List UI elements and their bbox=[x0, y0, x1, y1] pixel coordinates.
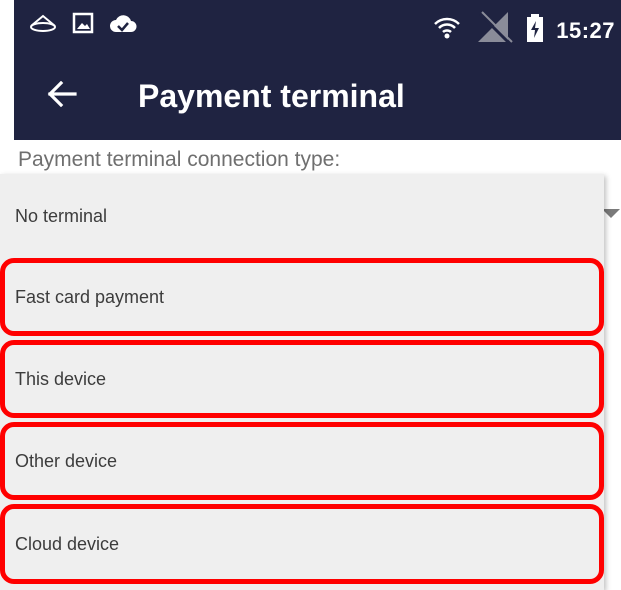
status-time: 15:27 bbox=[556, 17, 615, 43]
no-signal-icon bbox=[474, 10, 514, 51]
cloud-check-icon bbox=[108, 12, 138, 39]
connection-type-dropdown-menu: No terminal Fast card payment This devic… bbox=[0, 174, 604, 590]
option-no-terminal[interactable]: No terminal bbox=[0, 174, 604, 258]
option-label: This device bbox=[15, 368, 107, 389]
battery-charging-icon bbox=[526, 14, 544, 47]
option-label: Cloud device bbox=[15, 533, 120, 554]
connection-type-label: Payment terminal connection type: bbox=[18, 148, 341, 171]
option-fast-card-payment[interactable]: Fast card payment bbox=[0, 258, 604, 336]
status-icons-left bbox=[28, 12, 138, 39]
option-this-device[interactable]: This device bbox=[0, 340, 604, 418]
image-icon bbox=[72, 12, 94, 39]
option-cloud-device[interactable]: Cloud device bbox=[0, 504, 604, 584]
wifi-icon bbox=[432, 15, 462, 46]
option-label: Other device bbox=[15, 450, 118, 471]
app-bar: Payment terminal bbox=[14, 52, 621, 140]
status-icons-right: 15:27 bbox=[432, 10, 615, 51]
status-bar: 15:27 bbox=[14, 0, 621, 52]
screen: 15:27 Payment terminal Payment terminal … bbox=[0, 0, 621, 590]
option-label: No terminal bbox=[15, 205, 108, 226]
back-button[interactable] bbox=[42, 76, 82, 116]
option-other-device[interactable]: Other device bbox=[0, 422, 604, 500]
page-title: Payment terminal bbox=[138, 78, 405, 114]
cast-icon bbox=[28, 12, 58, 39]
option-label: Fast card payment bbox=[15, 286, 165, 307]
dropdown-arrow-icon[interactable] bbox=[602, 209, 620, 218]
arrow-left-icon bbox=[47, 80, 77, 112]
